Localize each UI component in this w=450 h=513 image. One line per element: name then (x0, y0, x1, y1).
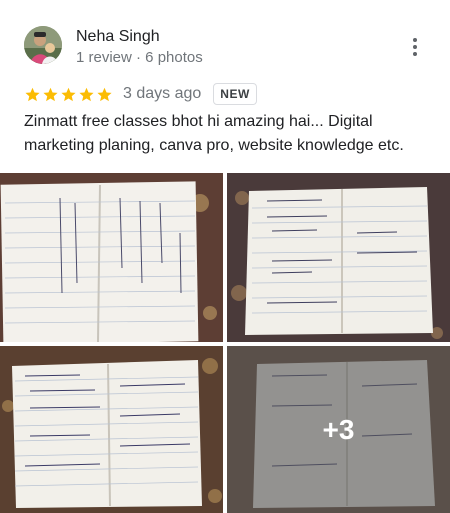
notebook-photo-image (227, 173, 450, 342)
star-icon (61, 87, 76, 101)
review-photo[interactable] (0, 173, 223, 342)
author-name[interactable]: Neha Singh (76, 28, 160, 46)
rating-row: 3 days ago NEW (24, 82, 257, 106)
more-photos-count: +3 (322, 413, 355, 445)
star-icon (25, 87, 40, 101)
star-rating (24, 86, 113, 103)
avatar[interactable] (24, 26, 62, 64)
notebook-photo-image (0, 346, 223, 513)
star-icon (97, 87, 112, 101)
star-icon (79, 87, 94, 101)
avatar-image (24, 26, 62, 64)
review-header: Neha Singh 1 review · 6 photos (24, 24, 434, 68)
review-time: 3 days ago (123, 85, 202, 102)
more-options-icon[interactable] (410, 38, 420, 56)
more-photos-tile[interactable]: +3 (227, 346, 450, 513)
notebook-photo-image (0, 173, 223, 342)
review-text: Zinmatt free classes bhot hi amazing hai… (24, 113, 404, 154)
new-badge: NEW (213, 83, 257, 105)
more-photos-overlay: +3 (227, 346, 450, 513)
author-meta: 1 review · 6 photos (76, 49, 203, 66)
photo-grid: +3 (0, 173, 450, 513)
review-card: Neha Singh 1 review · 6 photos 3 days ag… (0, 0, 450, 513)
star-icon (43, 87, 58, 101)
review-photo[interactable] (227, 173, 450, 342)
review-photo[interactable] (0, 346, 223, 513)
